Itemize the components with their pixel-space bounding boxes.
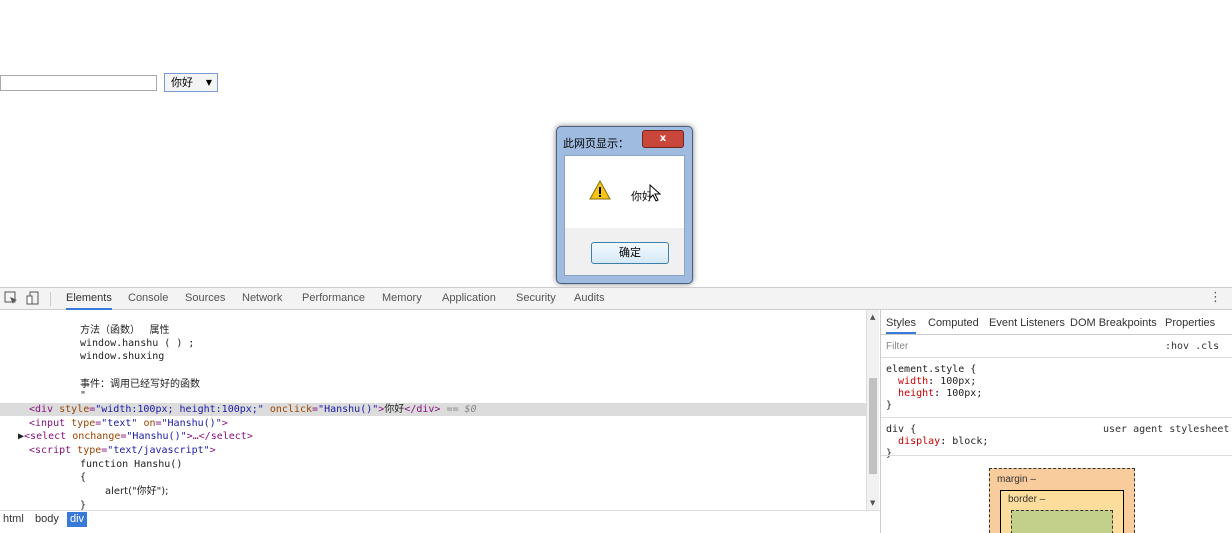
code-line: 方法（函数） 属性 [80,325,170,336]
breadcrumb-div[interactable]: div [67,512,88,527]
breadcrumb-html[interactable]: html [0,512,27,527]
devtools-panel: Elements Console Sources Network Perform… [0,287,1232,533]
code-line: alert("你好"); [105,486,169,497]
tab-properties[interactable]: Properties [1165,310,1215,334]
user-agent-source: user agent stylesheet [1103,424,1230,435]
code-line: function Hanshu() [80,459,183,470]
close-button[interactable]: x [642,130,684,148]
code-line: { [80,472,87,483]
close-icon: x [659,133,667,144]
breadcrumb-body[interactable]: body [32,512,62,527]
alert-body: 你好 确定 [564,155,685,276]
devtools-toolbar: Elements Console Sources Network Perform… [0,288,1232,310]
dom-node-select[interactable]: ▶<select onchange="Hanshu()">…</select> [18,430,253,443]
page-viewport: 你好 ▼ 此网页显示： x 你好 确定 [0,0,1232,287]
tab-dom-breakpoints[interactable]: DOM Breakpoints [1070,310,1157,334]
styles-filter-row: Filter :hov .cls [881,335,1232,358]
breadcrumb: html body div [0,510,880,528]
tab-application[interactable]: Application [442,288,496,310]
box-model-border: border – [1000,490,1124,533]
tab-console[interactable]: Console [128,288,168,310]
inspect-element-icon[interactable] [4,291,18,305]
scroll-down-icon[interactable]: ▼ [870,499,875,507]
tab-performance[interactable]: Performance [302,288,365,310]
tab-event-listeners[interactable]: Event Listeners [989,310,1065,334]
styles-pane: Styles Computed Event Listeners DOM Brea… [880,310,1232,533]
toolbar-divider [50,292,51,306]
style-rule-element: element.style { width: 100px; height: 10… [886,364,983,411]
code-line: 事件：调用已经写好的函数 [80,379,200,390]
hov-cls-toggle[interactable]: :hov .cls [1165,341,1219,352]
code-line: window.hanshu ( ) ; [80,338,195,349]
border-label: border – [1008,494,1046,505]
styles-tabbar: Styles Computed Event Listeners DOM Brea… [881,310,1232,335]
tab-security[interactable]: Security [516,288,556,310]
code-line: window.shuxing [80,351,165,362]
code-line: " [80,390,87,401]
tab-elements[interactable]: Elements [66,288,112,310]
greeting-select-value: 你好 [171,76,193,89]
tab-computed[interactable]: Computed [928,310,979,334]
tab-memory[interactable]: Memory [382,288,422,310]
code-line: } [80,500,87,510]
scroll-thumb[interactable] [869,378,877,474]
box-model-padding [1011,510,1113,533]
elements-scrollbar[interactable]: ▲ ▼ [866,310,879,510]
scroll-up-icon[interactable]: ▲ [870,313,875,321]
rule-divider [881,455,1232,456]
elements-tree: 方法（函数） 属性 window.hanshu ( ) ; window.shu… [0,310,866,510]
tab-sources[interactable]: Sources [185,288,225,310]
warning-icon [589,180,611,200]
box-model: margin – border – [881,460,1232,533]
ok-button[interactable]: 确定 [591,242,669,264]
vertical-dots-icon[interactable]: ⋮ [1209,290,1222,305]
device-toggle-icon[interactable] [26,291,40,305]
filter-input[interactable]: Filter [886,341,908,352]
margin-label: margin – [997,474,1036,485]
tab-styles[interactable]: Styles [886,310,916,334]
alert-dialog: 此网页显示： x 你好 确定 [556,126,693,284]
alert-message-area: 你好 [565,156,684,228]
text-input[interactable] [0,75,157,91]
dom-node-input[interactable]: <input type="text" on="Hanshu()"> [29,417,228,430]
tab-network[interactable]: Network [242,288,282,310]
rule-divider [881,417,1232,418]
alert-title: 此网页显示： [563,137,629,150]
chevron-down-icon: ▼ [205,78,212,87]
box-model-margin: margin – border – [989,468,1135,533]
mouse-pointer-icon [649,184,662,202]
selected-dom-node[interactable]: <div style="width:100px; height:100px;" … [0,403,866,416]
dom-node-script[interactable]: <script type="text/javascript"> [29,444,216,457]
tab-audits[interactable]: Audits [574,288,605,310]
greeting-select[interactable]: 你好 ▼ [164,73,218,92]
